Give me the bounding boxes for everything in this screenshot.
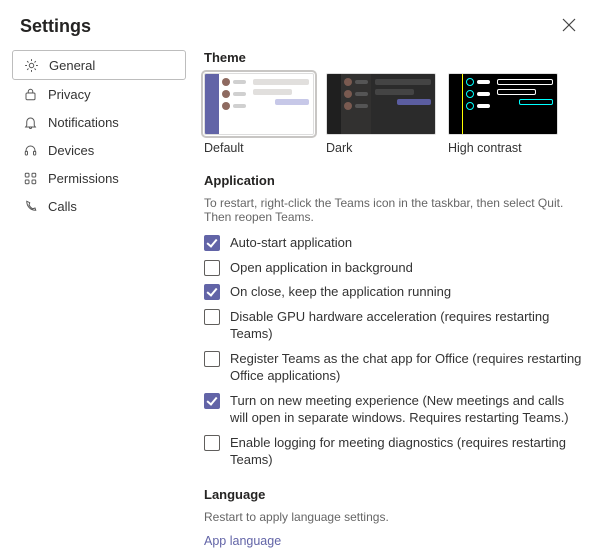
sidebar-item-notifications[interactable]: Notifications — [12, 108, 186, 136]
sidebar-item-label: Permissions — [48, 171, 119, 186]
language-hint: Restart to apply language settings. — [204, 510, 582, 524]
phone-icon — [22, 198, 38, 214]
option-new-meeting-experience[interactable]: Turn on new meeting experience (New meet… — [204, 392, 582, 427]
headset-icon — [22, 142, 38, 158]
gear-icon — [23, 57, 39, 73]
option-register-chat-app[interactable]: Register Teams as the chat app for Offic… — [204, 350, 582, 385]
sidebar-item-general[interactable]: General — [12, 50, 186, 80]
theme-option-high-contrast[interactable]: High contrast — [448, 73, 558, 155]
page-title: Settings — [20, 16, 91, 37]
sidebar-item-label: Privacy — [48, 87, 91, 102]
option-keep-running[interactable]: On close, keep the application running — [204, 283, 582, 301]
option-auto-start[interactable]: Auto-start application — [204, 234, 582, 252]
checkbox[interactable] — [204, 235, 220, 251]
checkbox[interactable] — [204, 260, 220, 276]
sidebar-item-label: Devices — [48, 143, 94, 158]
lock-icon — [22, 86, 38, 102]
theme-label: Dark — [326, 141, 436, 155]
application-section-title: Application — [204, 173, 582, 188]
option-label: Auto-start application — [230, 234, 352, 252]
theme-preview-high-contrast — [448, 73, 558, 135]
theme-option-dark[interactable]: Dark — [326, 73, 436, 155]
sidebar-item-label: Calls — [48, 199, 77, 214]
checkbox[interactable] — [204, 284, 220, 300]
sidebar: General Privacy Notifications — [12, 46, 186, 548]
option-open-background[interactable]: Open application in background — [204, 259, 582, 277]
header: Settings — [0, 0, 600, 46]
checkbox[interactable] — [204, 309, 220, 325]
checkbox[interactable] — [204, 393, 220, 409]
theme-preview-default — [204, 73, 314, 135]
sidebar-item-devices[interactable]: Devices — [12, 136, 186, 164]
sidebar-item-privacy[interactable]: Privacy — [12, 80, 186, 108]
option-label: Enable logging for meeting diagnostics (… — [230, 434, 582, 469]
theme-section-title: Theme — [204, 50, 582, 65]
option-label: On close, keep the application running — [230, 283, 451, 301]
option-label: Turn on new meeting experience (New meet… — [230, 392, 582, 427]
theme-label: High contrast — [448, 141, 558, 155]
sidebar-item-calls[interactable]: Calls — [12, 192, 186, 220]
option-disable-gpu[interactable]: Disable GPU hardware acceleration (requi… — [204, 308, 582, 343]
theme-option-default[interactable]: Default — [204, 73, 314, 155]
option-label: Register Teams as the chat app for Offic… — [230, 350, 582, 385]
sidebar-item-label: Notifications — [48, 115, 119, 130]
close-button[interactable] — [558, 16, 580, 38]
sidebar-item-permissions[interactable]: Permissions — [12, 164, 186, 192]
option-enable-logging[interactable]: Enable logging for meeting diagnostics (… — [204, 434, 582, 469]
close-icon — [562, 19, 576, 36]
apps-icon — [22, 170, 38, 186]
checkbox[interactable] — [204, 351, 220, 367]
option-label: Open application in background — [230, 259, 413, 277]
sidebar-item-label: General — [49, 58, 95, 73]
theme-preview-dark — [326, 73, 436, 135]
theme-label: Default — [204, 141, 314, 155]
application-hint: To restart, right-click the Teams icon i… — [204, 196, 582, 224]
checkbox[interactable] — [204, 435, 220, 451]
content: Theme Default Dark — [186, 46, 588, 548]
theme-options: Default Dark High contrast — [204, 73, 582, 155]
app-language-link[interactable]: App language — [204, 534, 582, 548]
option-label: Disable GPU hardware acceleration (requi… — [230, 308, 582, 343]
language-section-title: Language — [204, 487, 582, 502]
bell-icon — [22, 114, 38, 130]
